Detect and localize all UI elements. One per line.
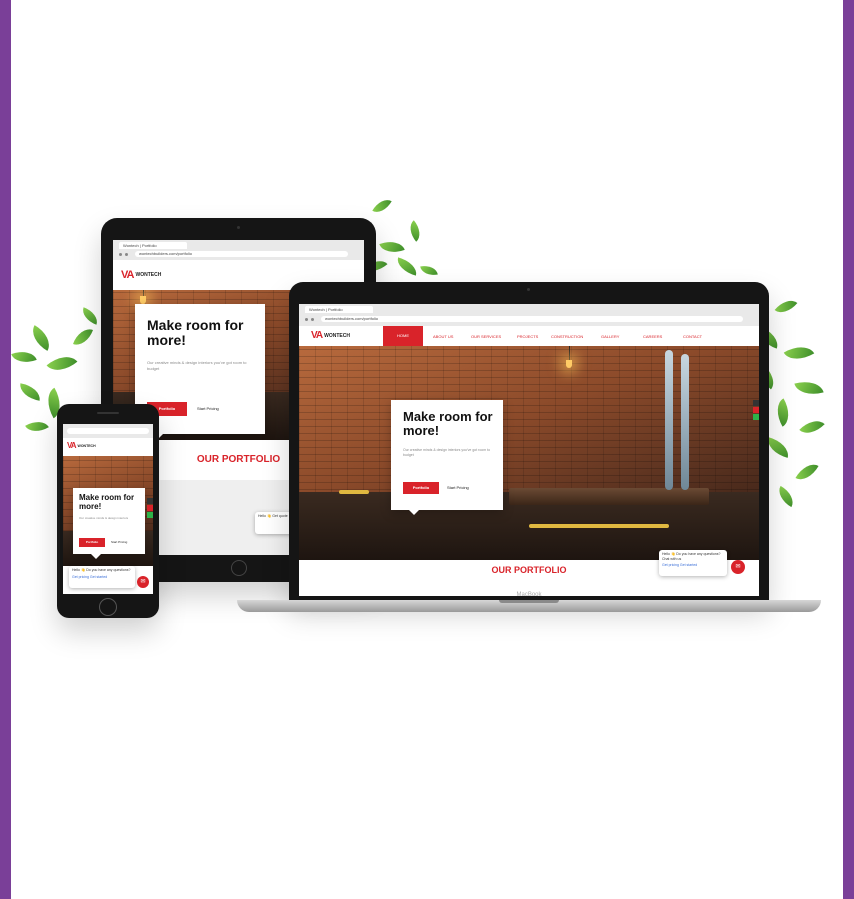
pinterest-icon[interactable] — [147, 505, 153, 511]
laptop-brand-label: MacBook — [516, 592, 542, 598]
phone-social-sidebar — [147, 498, 153, 518]
nav-home[interactable]: HOME — [383, 326, 423, 346]
phone-portfolio-button[interactable]: Portfolio — [79, 538, 105, 547]
nav-contact[interactable]: CONTACT — [683, 334, 702, 339]
laptop-url-bar[interactable]: wontechbuilders.com/portfolio — [321, 316, 743, 322]
tablet-browser-tab[interactable]: Wontech | Portfolio — [119, 242, 187, 249]
forward-icon[interactable] — [125, 253, 128, 256]
share-icon[interactable] — [147, 498, 153, 504]
phone-chat-links[interactable]: Get pricing Get started — [72, 575, 132, 580]
laptop-screen: Wontech | Portfolio wontechbuilders.com/… — [299, 304, 759, 596]
lamp-icon — [566, 360, 572, 368]
nav-gallery[interactable]: GALLERY — [601, 334, 619, 339]
nav-construction[interactable]: CONSTRUCTION — [551, 334, 583, 339]
laptop-hero-card: Make room for more! Our creative minds &… — [391, 400, 503, 515]
tablet-logo[interactable]: VA WONTECH — [121, 269, 161, 281]
nav-about[interactable]: ABOUT US — [433, 334, 453, 339]
forward-icon[interactable] — [311, 318, 314, 321]
phone-logo[interactable]: VA WONTECH — [67, 441, 96, 450]
whatsapp-icon[interactable] — [147, 512, 153, 518]
nav-services[interactable]: OUR SERVICES — [471, 334, 501, 339]
nav-projects[interactable]: PROJECTS — [517, 334, 538, 339]
phone-device: VA WONTECH Make room for more! Our creat… — [57, 404, 159, 618]
phone-chat-text: Hello 👋 Do you have any questions? — [72, 568, 131, 572]
chat-icon[interactable]: ✉ — [137, 576, 149, 588]
back-icon[interactable] — [119, 253, 122, 256]
phone-pricing-link[interactable]: Start Pricing — [111, 538, 127, 547]
pinterest-icon[interactable] — [753, 407, 759, 413]
back-icon[interactable] — [305, 318, 308, 321]
laptop-chat-links[interactable]: Get pricing Get started — [662, 563, 724, 568]
laptop-camera — [527, 288, 530, 291]
laptop-site-header: VA WONTECH HOME ABOUT US OUR SERVICES PR… — [299, 326, 759, 346]
tablet-hero-text: Our creative minds & design interiors yo… — [147, 360, 247, 371]
phone-url-bar[interactable] — [67, 428, 149, 434]
tablet-home-button[interactable] — [231, 560, 247, 576]
tablet-url-bar[interactable]: wontechbuilders.com/portfolio — [135, 251, 348, 257]
laptop-browser-tab[interactable]: Wontech | Portfolio — [305, 306, 373, 313]
tablet-pricing-link[interactable]: Start Pricing — [197, 402, 219, 416]
phone-speaker — [97, 412, 119, 414]
tablet-camera — [237, 226, 240, 229]
phone-browser-chrome — [63, 424, 153, 439]
mockup-canvas: Wontech | Portfolio wontechbuilders.com/… — [11, 0, 843, 899]
laptop-pricing-link[interactable]: Start Pricing — [447, 482, 469, 494]
phone-hero-text: Our creative minds & design interiors — [79, 516, 129, 520]
laptop-chat-widget[interactable]: Hello 👋 Do you have any questions? Chat … — [659, 550, 727, 576]
phone-screen: VA WONTECH Make room for more! Our creat… — [63, 424, 153, 594]
laptop-hero-text: Our creative minds & design interiors yo… — [403, 448, 491, 457]
share-icon[interactable] — [753, 400, 759, 406]
laptop-portfolio-button[interactable]: Portfolio — [403, 482, 439, 494]
whatsapp-icon[interactable] — [753, 414, 759, 420]
laptop-logo[interactable]: VA WONTECH — [311, 330, 350, 341]
laptop-chat-text: Hello 👋 Do you have any questions? Chat … — [662, 552, 721, 561]
lamp-icon — [140, 296, 146, 304]
ski-decor — [665, 350, 673, 490]
laptop-hero-heading: Make room for more! — [403, 409, 493, 439]
laptop-base — [237, 600, 821, 612]
phone-site-header: VA WONTECH — [63, 438, 153, 456]
tablet-browser-chrome: Wontech | Portfolio wontechbuilders.com/… — [113, 240, 364, 261]
phone-hero-heading: Make room for more! — [79, 493, 135, 511]
phone-home-button[interactable] — [99, 598, 117, 616]
laptop-device: Wontech | Portfolio wontechbuilders.com/… — [289, 282, 769, 600]
laptop-browser-chrome: Wontech | Portfolio wontechbuilders.com/… — [299, 304, 759, 327]
phone-hero-card: Make room for more! Our creative minds &… — [73, 488, 145, 559]
laptop-hero — [299, 346, 759, 560]
chat-icon[interactable]: ✉ — [731, 560, 745, 574]
ski-decor — [681, 354, 689, 490]
laptop-social-sidebar — [753, 400, 759, 420]
tablet-hero-heading: Make room for more! — [147, 317, 244, 349]
phone-chat-widget[interactable]: Hello 👋 Do you have any questions? Get p… — [69, 566, 135, 588]
nav-careers[interactable]: CAREERS — [643, 334, 662, 339]
